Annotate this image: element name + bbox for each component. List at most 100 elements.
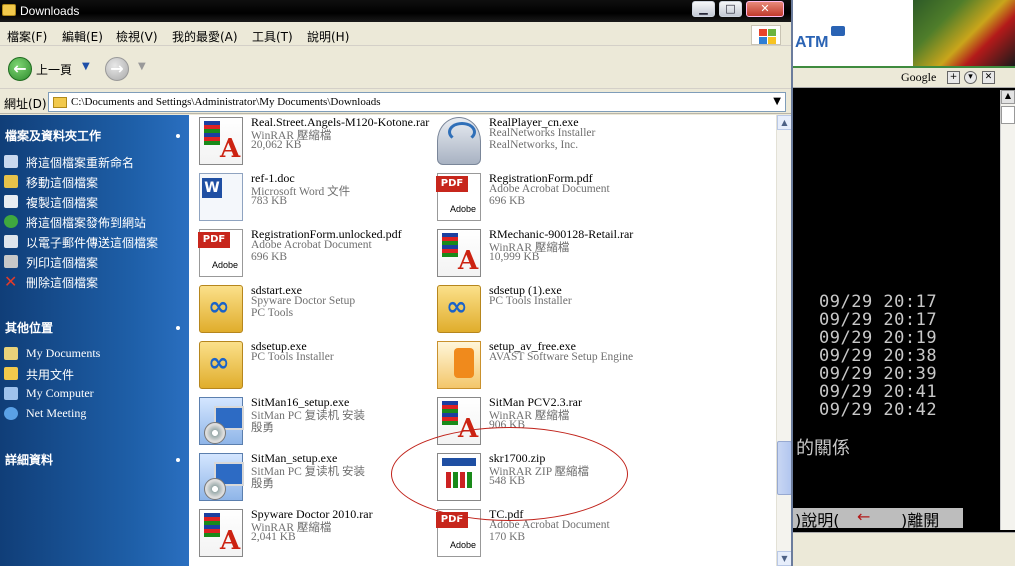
place-my-computer[interactable]: My Computer <box>4 386 184 404</box>
back-button-label[interactable]: 上一頁 <box>36 61 72 78</box>
setup-exe-icon <box>199 453 244 501</box>
pdf-icon <box>198 229 243 277</box>
details-section-title[interactable]: 詳細資料 <box>5 451 53 468</box>
task-delete[interactable]: ✕ 刪除這個檔案 <box>4 274 184 292</box>
highlight-circle <box>391 427 628 521</box>
help-bar: )說明( ← )離開 <box>793 507 963 530</box>
exit-label: )離開 <box>901 511 940 530</box>
settings-icon[interactable]: + <box>947 71 960 84</box>
file-item[interactable]: SitMan_setup.exe SitMan PC 复读机 安装 殷勇 <box>193 451 423 505</box>
dropdown-icon[interactable]: ▾ <box>964 71 977 84</box>
net-meeting-icon <box>4 407 18 420</box>
close-icon[interactable]: ✕ <box>982 71 995 84</box>
google-label[interactable]: Google <box>901 70 936 85</box>
scroll-thumb[interactable] <box>1001 106 1015 124</box>
menu-file[interactable]: 檔案(F) <box>7 28 47 45</box>
rename-icon <box>4 155 18 168</box>
timestamp: 09/29 20:17 <box>819 292 938 312</box>
printer-icon <box>4 255 18 268</box>
menu-tools[interactable]: 工具(T) <box>252 28 293 45</box>
timestamp: 09/29 20:41 <box>819 382 938 402</box>
email-icon <box>4 235 18 248</box>
file-item[interactable]: Spyware Doctor 2010.rar WinRAR 壓縮檔 2,041… <box>193 507 423 561</box>
place-net-meeting[interactable]: Net Meeting <box>4 406 184 424</box>
menu-help[interactable]: 說明(H) <box>307 28 349 45</box>
file-item[interactable]: RealPlayer_cn.exe RealNetworks Installer… <box>431 115 661 169</box>
task-rename[interactable]: 將這個檔案重新命名 <box>4 154 184 172</box>
tasks-section-title[interactable]: 檔案及資料夾工作 <box>5 127 101 144</box>
google-toolbar: Google + ▾ ✕ <box>793 68 1015 88</box>
scroll-up-icon[interactable]: ▲ <box>777 115 791 130</box>
forward-arrow-icon[interactable]: → <box>105 57 129 81</box>
menu-view[interactable]: 檢視(V) <box>116 28 158 45</box>
atm-logo: ATM <box>795 34 829 51</box>
maximize-button[interactable]: □ <box>719 1 742 17</box>
avast-icon <box>437 341 481 389</box>
menu-bar: 檔案(F) 編輯(E) 檢視(V) 我的最愛(A) 工具(T) 說明(H) <box>0 24 791 46</box>
back-dropdown-icon[interactable]: ▼ <box>82 61 90 72</box>
task-print[interactable]: 列印這個檔案 <box>4 254 184 272</box>
menu-edit[interactable]: 編輯(E) <box>62 28 103 45</box>
copy-icon <box>4 195 18 208</box>
vertical-scrollbar[interactable]: ▲ ▼ <box>776 115 791 566</box>
address-path[interactable]: C:\Documents and Settings\Administrator\… <box>71 96 381 108</box>
explorer-window: Downloads ▁ □ ✕ 檔案(F) 編輯(E) 檢視(V) 我的最愛(A… <box>0 0 793 566</box>
setup-exe-icon <box>199 397 244 445</box>
rar-icon <box>199 509 243 557</box>
scroll-down-icon[interactable]: ▼ <box>777 551 791 566</box>
file-item[interactable]: ref-1.doc Microsoft Word 文件 783 KB <box>193 171 423 225</box>
word-icon <box>199 173 243 221</box>
expand-icon[interactable] <box>176 458 180 462</box>
timestamp: 09/29 20:42 <box>819 400 938 420</box>
banner: ATM <box>793 0 1015 67</box>
timestamp: 09/29 20:39 <box>819 364 938 384</box>
place-my-documents[interactable]: My Documents <box>4 346 184 364</box>
timestamp: 09/29 20:17 <box>819 310 938 330</box>
status-bar <box>793 532 1015 566</box>
file-item[interactable]: sdsetup (1).exe PC Tools Installer <box>431 283 661 337</box>
file-item[interactable]: sdsetup.exe PC Tools Installer <box>193 339 423 393</box>
places-section-title[interactable]: 其他位置 <box>5 319 53 336</box>
computer-icon <box>4 387 18 400</box>
menu-favorites[interactable]: 我的最愛(A) <box>172 28 238 45</box>
file-item[interactable]: setup_av_free.exe AVAST Software Setup E… <box>431 339 661 393</box>
move-icon <box>4 175 18 188</box>
title-bar[interactable]: Downloads ▁ □ ✕ <box>0 0 791 22</box>
task-email[interactable]: 以電子郵件傳送這個檔案 <box>4 234 184 252</box>
realplayer-icon <box>437 117 481 165</box>
file-item[interactable]: RegistrationForm.unlocked.pdf Adobe Acro… <box>193 227 423 281</box>
folder-icon <box>53 97 67 108</box>
banner-photo <box>913 0 1015 66</box>
address-dropdown-icon[interactable]: ▼ <box>773 96 781 107</box>
pctools-icon <box>199 341 243 389</box>
collapse-icon[interactable] <box>176 134 180 138</box>
file-item[interactable]: SitMan16_setup.exe SitMan PC 复读机 安装 殷勇 <box>193 395 423 449</box>
collapse-icon[interactable] <box>176 326 180 330</box>
flag-icon <box>831 26 845 36</box>
timestamp: 09/29 20:19 <box>819 328 938 348</box>
task-publish-web[interactable]: 將這個檔案發佈到網站 <box>4 214 184 232</box>
pctools-icon <box>199 285 243 333</box>
place-shared-documents[interactable]: 共用文件 <box>4 366 184 384</box>
file-item[interactable]: sdstart.exe Spyware Doctor Setup PC Tool… <box>193 283 423 337</box>
help-label: )說明( <box>795 511 840 530</box>
task-move[interactable]: 移動這個檔案 <box>4 174 184 192</box>
minimize-button[interactable]: ▁ <box>692 1 715 17</box>
file-item[interactable]: RegistrationForm.pdf Adobe Acrobat Docum… <box>431 171 661 225</box>
left-arrow-icon: ← <box>857 507 871 526</box>
pctools-icon <box>437 285 481 333</box>
address-label: 網址(D) <box>4 97 47 111</box>
folder-icon <box>4 367 18 380</box>
task-copy[interactable]: 複製這個檔案 <box>4 194 184 212</box>
close-button[interactable]: ✕ <box>746 1 784 17</box>
back-arrow-icon[interactable]: ← <box>8 57 32 81</box>
scroll-thumb[interactable] <box>777 441 791 495</box>
file-item[interactable]: RMechanic-900128-Retail.rar WinRAR 壓縮檔 1… <box>431 227 661 281</box>
address-input[interactable]: C:\Documents and Settings\Administrator\… <box>48 92 786 112</box>
windows-logo-icon <box>751 25 781 45</box>
forward-dropdown-icon[interactable]: ▼ <box>138 61 146 72</box>
scroll-up-icon[interactable]: ▲ <box>1001 90 1015 104</box>
terminal-scrollbar[interactable]: ▲ <box>1000 90 1015 530</box>
timestamp: 09/29 20:38 <box>819 346 938 366</box>
file-item[interactable]: Real.Street.Angels-M120-Kotone.rar WinRA… <box>193 115 429 169</box>
